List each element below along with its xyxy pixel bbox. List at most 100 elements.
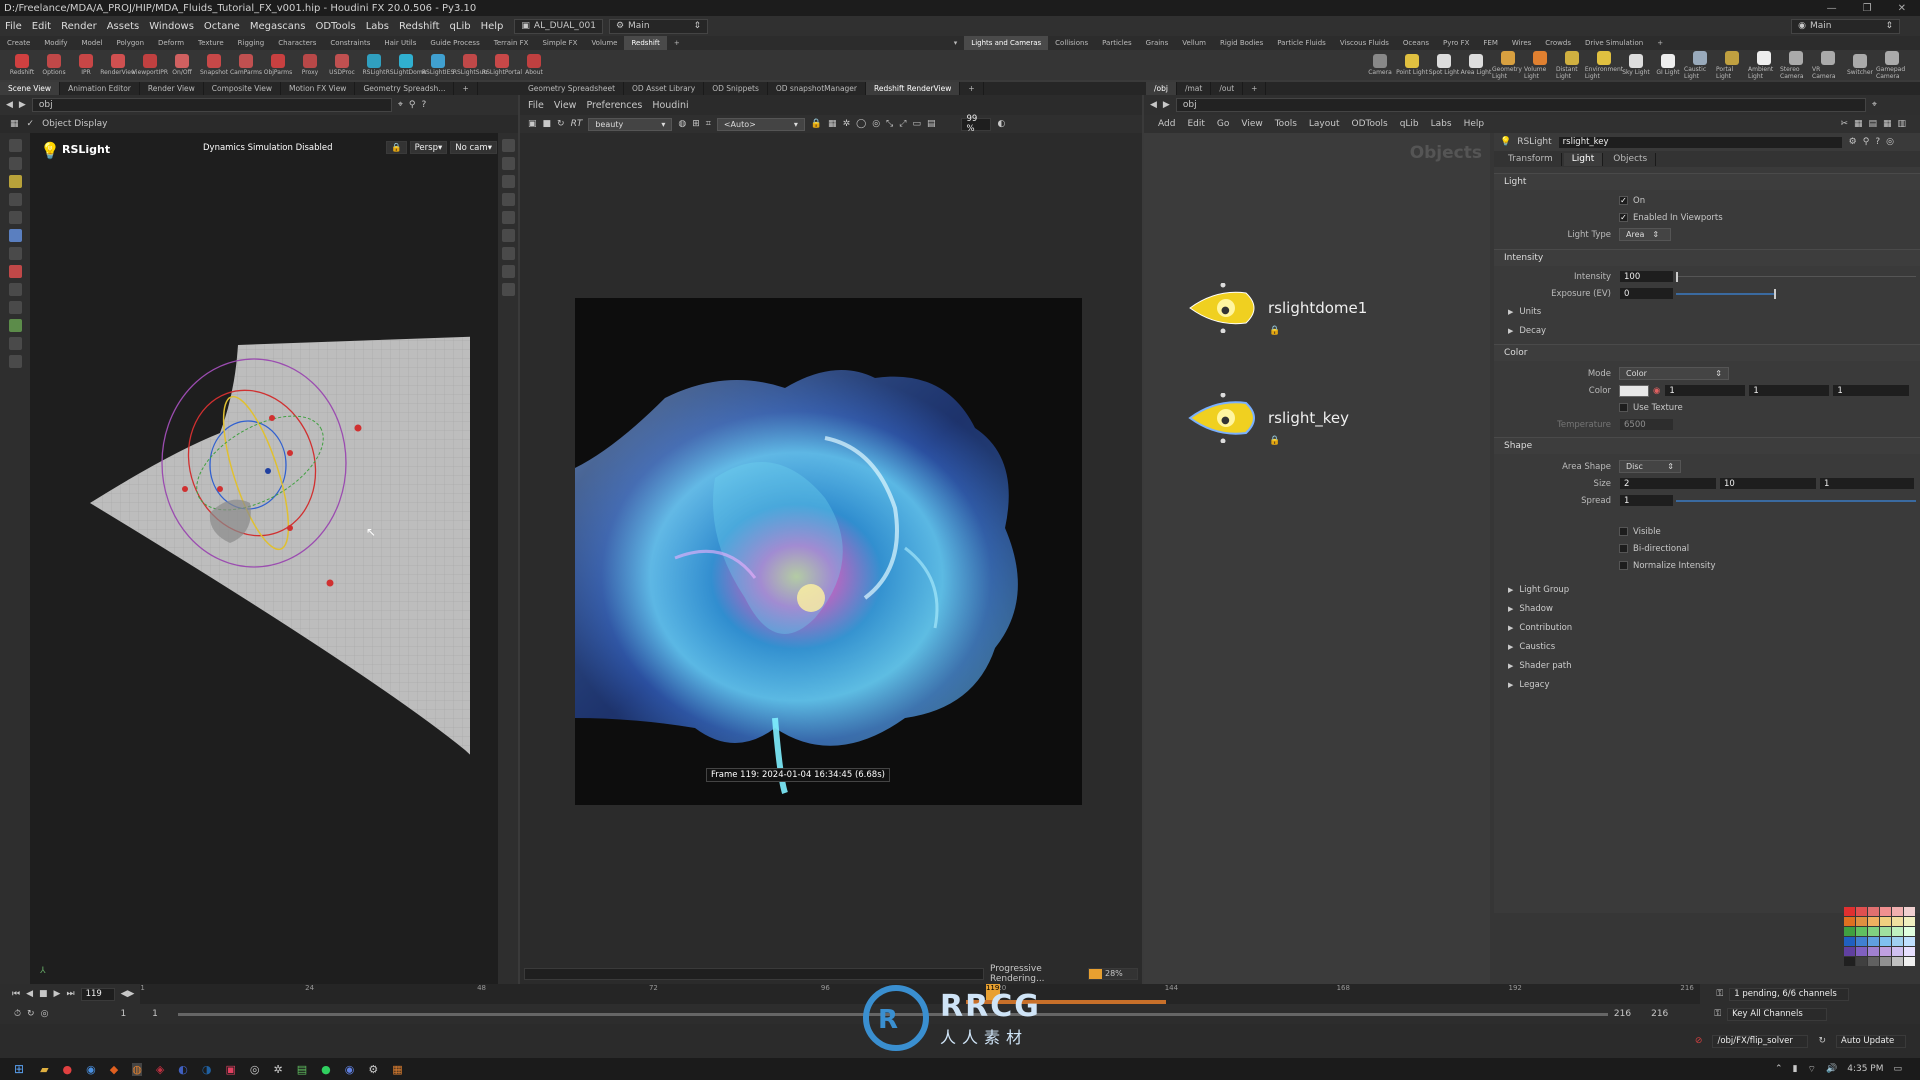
exposure-icon[interactable]: ◐ [997, 119, 1005, 129]
move-tool-icon[interactable] [8, 157, 22, 170]
bokeh-icon[interactable]: ◯ [856, 119, 866, 129]
app-icon[interactable]: ● [63, 1063, 73, 1076]
network-icon[interactable]: ⌔ [1808, 1064, 1816, 1075]
end-frame-2[interactable]: 216 [1651, 1009, 1668, 1019]
color-wheel-icon[interactable]: ◉ [1653, 386, 1660, 396]
object-display-check-icon[interactable]: ✓ [27, 119, 35, 129]
size-x-field[interactable]: 2 [1619, 477, 1717, 490]
palette-swatch[interactable] [1856, 947, 1867, 956]
app-icon[interactable]: ✲ [274, 1063, 283, 1076]
palette-swatch[interactable] [1868, 917, 1879, 926]
tab-od-snapshot-manager[interactable]: OD snapshotManager [768, 82, 867, 95]
snapshot-icon[interactable] [501, 265, 515, 278]
grid-menu-icon[interactable]: ▦ [10, 119, 19, 129]
start-frame-2[interactable]: 1 [152, 1009, 158, 1019]
node-rslight-key[interactable]: ● rslight_key [1186, 393, 1349, 443]
palette-swatch[interactable] [1844, 937, 1855, 946]
tab-redshift-renderview[interactable]: Redshift RenderView [866, 82, 961, 95]
camera-icon[interactable] [501, 211, 515, 224]
key-icon[interactable]: ⚿ [1716, 989, 1723, 999]
units-folder[interactable]: ▶ Units [1494, 302, 1920, 321]
renderview-menu-view[interactable]: View [554, 100, 577, 111]
color-r-field[interactable]: 1 [1664, 384, 1747, 397]
light-icon[interactable] [501, 229, 515, 242]
palette-swatch[interactable] [1880, 917, 1891, 926]
color-picker-icon[interactable]: ◍ [678, 119, 686, 129]
app-icon[interactable]: ▦ [392, 1063, 402, 1076]
network-menu-odtools[interactable]: ODTools [1352, 119, 1388, 129]
network-menu-layout[interactable]: Layout [1309, 119, 1340, 129]
palette-swatch[interactable] [1904, 957, 1915, 966]
shelf-tab[interactable]: Crowds [1538, 36, 1578, 50]
palette-swatch[interactable] [1892, 957, 1903, 966]
checkbox-icon[interactable]: ✓ [1619, 213, 1628, 222]
shelf-tab[interactable]: Create [0, 36, 37, 50]
color-palette[interactable] [1844, 907, 1916, 967]
exposure-field[interactable]: 0 [1619, 287, 1674, 300]
redshift-tool-button[interactable]: IPR [70, 54, 102, 76]
palette-swatch[interactable] [1904, 907, 1915, 916]
enabled-viewports-toggle[interactable]: ✓ Enabled In Viewports [1494, 209, 1920, 226]
pin-icon[interactable]: ⌖ [1872, 100, 1877, 110]
display-option-icon[interactable] [501, 139, 515, 152]
intensity-field[interactable]: 100 [1619, 270, 1674, 283]
node-name-field[interactable]: rslight_key [1557, 135, 1843, 149]
palette-swatch[interactable] [1856, 957, 1867, 966]
network-path-field[interactable]: obj [1175, 98, 1866, 112]
shelf-tab[interactable]: Constraints [323, 36, 377, 50]
tab-geometry-spreadsheet[interactable]: Geometry Spreadsh... [355, 82, 455, 95]
checkbox-icon[interactable] [1619, 561, 1628, 570]
camera-select[interactable]: <Auto> ▾ [716, 117, 805, 131]
shadow-folder[interactable]: ▶ Shadow [1494, 599, 1920, 618]
shelf-tab[interactable]: Particles [1095, 36, 1139, 50]
param-tools-icon[interactable]: ⚙⚲?◎ [1849, 137, 1900, 147]
shelf-tab-redshift[interactable]: Redshift [624, 36, 667, 50]
tab-geometry-spreadsheet[interactable]: Geometry Spreadsheet [520, 82, 625, 95]
network-menu-labs[interactable]: Labs [1431, 119, 1452, 129]
use-texture-toggle[interactable]: Use Texture [1494, 399, 1920, 416]
add-tab-icon[interactable]: + [454, 82, 478, 95]
light-tool-button[interactable]: Area Light [1460, 54, 1492, 76]
exposure-slider[interactable] [1676, 292, 1774, 295]
tab-render-view[interactable]: Render View [140, 82, 204, 95]
intensity-slider-handle[interactable] [1676, 271, 1678, 282]
render-image[interactable] [575, 298, 1082, 805]
shelf-tab[interactable]: Simple FX [535, 36, 584, 50]
houdini-icon[interactable]: ◍ [132, 1062, 142, 1076]
scene-path-field[interactable]: obj [31, 98, 392, 112]
light-tool-button[interactable]: Gamepad Camera [1876, 50, 1908, 80]
checkbox-icon[interactable]: ✓ [1619, 196, 1628, 205]
palette-swatch[interactable] [1868, 907, 1879, 916]
shelf-tab[interactable]: Polygon [110, 36, 152, 50]
tab-motion-fx-view[interactable]: Motion FX View [281, 82, 356, 95]
app-icon[interactable]: ⚙ [368, 1063, 378, 1076]
tab-transform[interactable]: Transform [1500, 152, 1562, 166]
app-icon[interactable]: ▤ [297, 1063, 307, 1076]
help-icon[interactable]: ? [422, 100, 427, 110]
palette-swatch[interactable] [1844, 927, 1855, 936]
bidirectional-toggle[interactable]: Bi-directional [1494, 540, 1920, 557]
select-tool-icon[interactable] [8, 139, 22, 152]
light-tool-button[interactable]: Sky Light [1620, 54, 1652, 76]
render-scrollbar[interactable] [524, 968, 984, 980]
checkbox-icon[interactable] [1619, 544, 1628, 553]
light-tool-button[interactable]: Point Light [1396, 54, 1428, 76]
main-selector[interactable]: ⚙ Main ⇕ [608, 18, 709, 34]
on-toggle[interactable]: ✓ On [1494, 192, 1920, 209]
key-all-icon[interactable]: ⚿ [1714, 1009, 1721, 1019]
menu-qlib[interactable]: qLib [445, 21, 476, 32]
palette-swatch[interactable] [1892, 947, 1903, 956]
menu-redshift[interactable]: Redshift [394, 21, 445, 32]
renderview-menu-preferences[interactable]: Preferences [586, 100, 642, 111]
palette-swatch[interactable] [1892, 937, 1903, 946]
palette-swatch[interactable] [1844, 917, 1855, 926]
color-b-field[interactable]: 1 [1832, 384, 1911, 397]
light-tool-button[interactable]: Volume Light [1524, 50, 1556, 80]
back-icon[interactable]: ◀ [6, 100, 13, 110]
app-icon[interactable]: ▣ [226, 1063, 236, 1076]
lock-icon[interactable] [501, 175, 515, 188]
info-icon[interactable] [501, 283, 515, 296]
play-icon[interactable]: ▶ [54, 989, 61, 999]
temperature-field[interactable]: 6500 [1619, 418, 1674, 431]
renderview-menu-file[interactable]: File [528, 100, 544, 111]
